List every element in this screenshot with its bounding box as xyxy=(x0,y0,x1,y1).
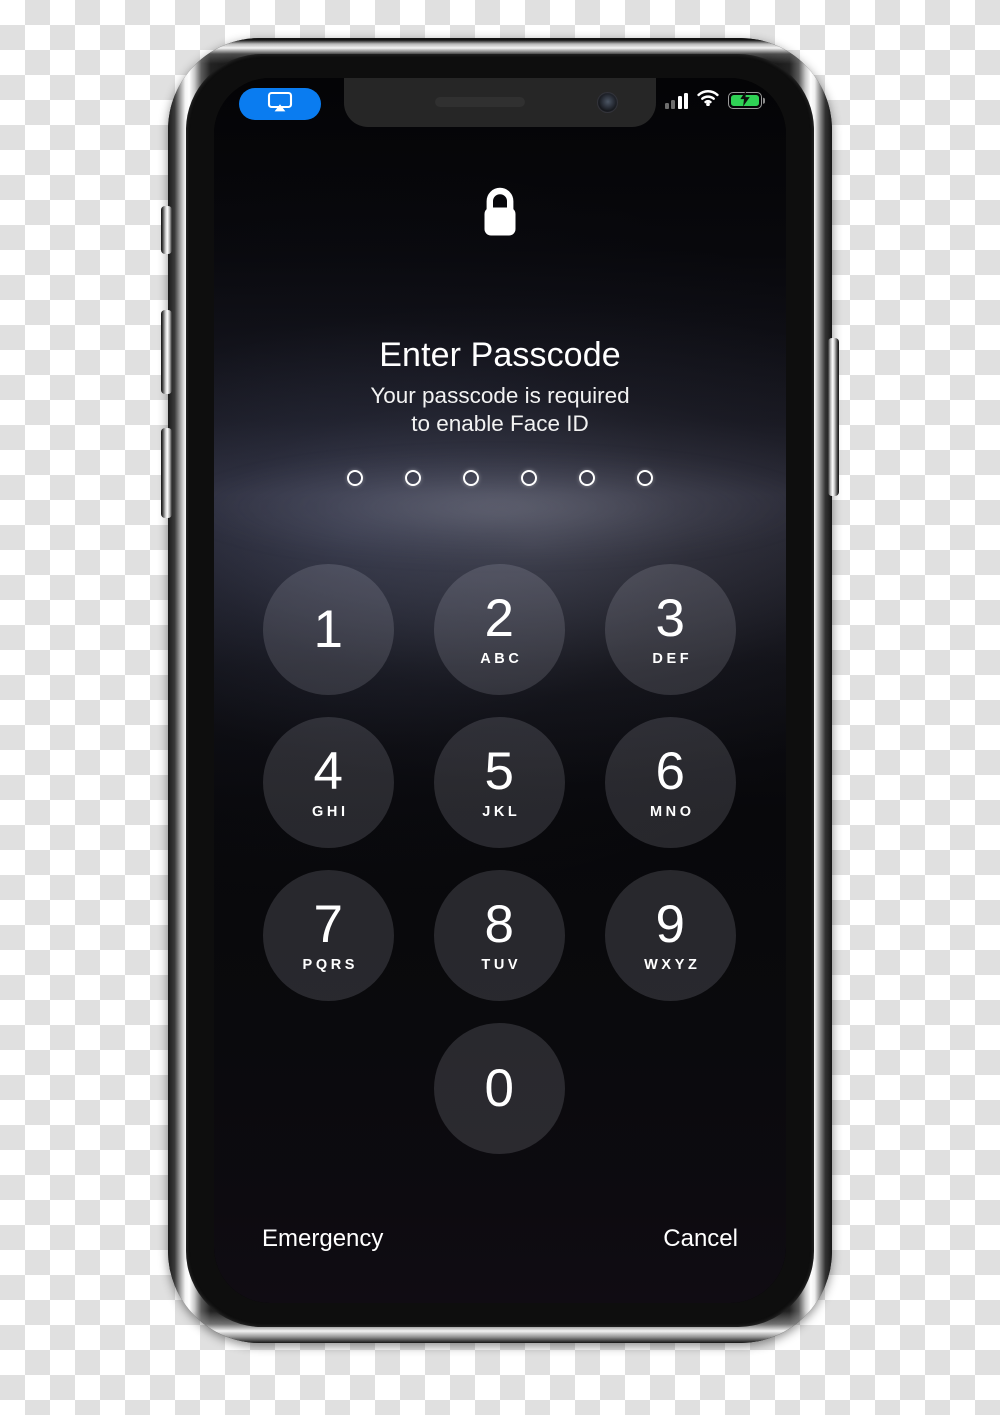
earpiece-speaker xyxy=(435,97,525,107)
keypad-key-4[interactable]: 4 GHI xyxy=(263,717,394,848)
keypad-digit-0: 0 xyxy=(484,1059,515,1118)
keypad-key-6[interactable]: 6 MNO xyxy=(605,717,736,848)
lock-screen-actions: Emergency Cancel xyxy=(214,1225,786,1253)
passcode-dot-5 xyxy=(579,470,595,486)
keypad-digit-7: 7 xyxy=(313,895,344,955)
keypad-key-2[interactable]: 2 ABC xyxy=(434,564,565,695)
keypad-key-0[interactable]: 0 xyxy=(434,1023,565,1154)
airplay-icon xyxy=(267,91,293,118)
passcode-screen: Enter Passcode Your passcode is required… xyxy=(214,78,786,1303)
keypad-digit-3: 3 xyxy=(655,589,686,649)
power-button[interactable] xyxy=(828,338,839,496)
keypad-key-3[interactable]: 3 DEF xyxy=(605,564,736,695)
keypad-key-8[interactable]: 8 TUV xyxy=(434,870,565,1001)
keypad-digit-8: 8 xyxy=(484,895,515,955)
keypad-letters-4: GHI xyxy=(312,804,349,821)
passcode-dot-1 xyxy=(347,470,363,486)
page-root: Enter Passcode Your passcode is required… xyxy=(0,0,1000,1415)
emergency-button[interactable]: Emergency xyxy=(262,1225,383,1253)
volume-down-button[interactable] xyxy=(161,428,172,518)
passcode-dot-3 xyxy=(463,470,479,486)
subtitle-line-2: to enable Face ID xyxy=(411,411,589,436)
keypad-key-5[interactable]: 5 JKL xyxy=(434,717,565,848)
airplay-badge[interactable] xyxy=(239,88,321,120)
keypad-digit-9: 9 xyxy=(655,895,686,955)
keypad-digit-6: 6 xyxy=(655,742,686,802)
keypad-key-1[interactable]: 1 xyxy=(263,564,394,695)
keypad-key-7[interactable]: 7 PQRS xyxy=(263,870,394,1001)
keypad-digit-5: 5 xyxy=(484,742,515,802)
passcode-dot-2 xyxy=(405,470,421,486)
iphone-device: Enter Passcode Your passcode is required… xyxy=(161,38,839,1343)
passcode-subtitle: Your passcode is required to enable Face… xyxy=(214,382,786,438)
passcode-keypad: 1 2 ABC 3 DEF 4 GHI 5 JKL 6 MNO 7 PQRS 8 TUV 9 WXYZ 0 xyxy=(263,564,737,1154)
keypad-letters-6: MNO xyxy=(649,804,695,821)
device-notch xyxy=(344,78,656,127)
keypad-letters-5: JKL xyxy=(482,804,521,821)
passcode-dots xyxy=(214,470,786,486)
keypad-letters-9: WXYZ xyxy=(644,957,701,974)
keypad-key-9[interactable]: 9 WXYZ xyxy=(605,870,736,1001)
keypad-letters-8: TUV xyxy=(481,957,522,974)
silent-switch[interactable] xyxy=(161,206,172,254)
phone-screen: Enter Passcode Your passcode is required… xyxy=(214,78,786,1303)
keypad-digit-4: 4 xyxy=(313,742,344,802)
keypad-letters-3: DEF xyxy=(652,651,693,668)
cancel-button[interactable]: Cancel xyxy=(663,1225,738,1253)
page-title: Enter Passcode xyxy=(379,336,621,374)
volume-up-button[interactable] xyxy=(161,310,172,394)
lock-closed-icon xyxy=(476,184,524,247)
subtitle-line-1: Your passcode is required xyxy=(370,383,630,408)
keypad-letters-7: PQRS xyxy=(302,957,359,974)
keypad-letters-2: ABC xyxy=(480,651,523,668)
front-camera xyxy=(597,92,618,113)
passcode-dot-6 xyxy=(637,470,653,486)
keypad-digit-2: 2 xyxy=(484,589,515,649)
keypad-digit-1: 1 xyxy=(313,600,344,659)
passcode-dot-4 xyxy=(521,470,537,486)
